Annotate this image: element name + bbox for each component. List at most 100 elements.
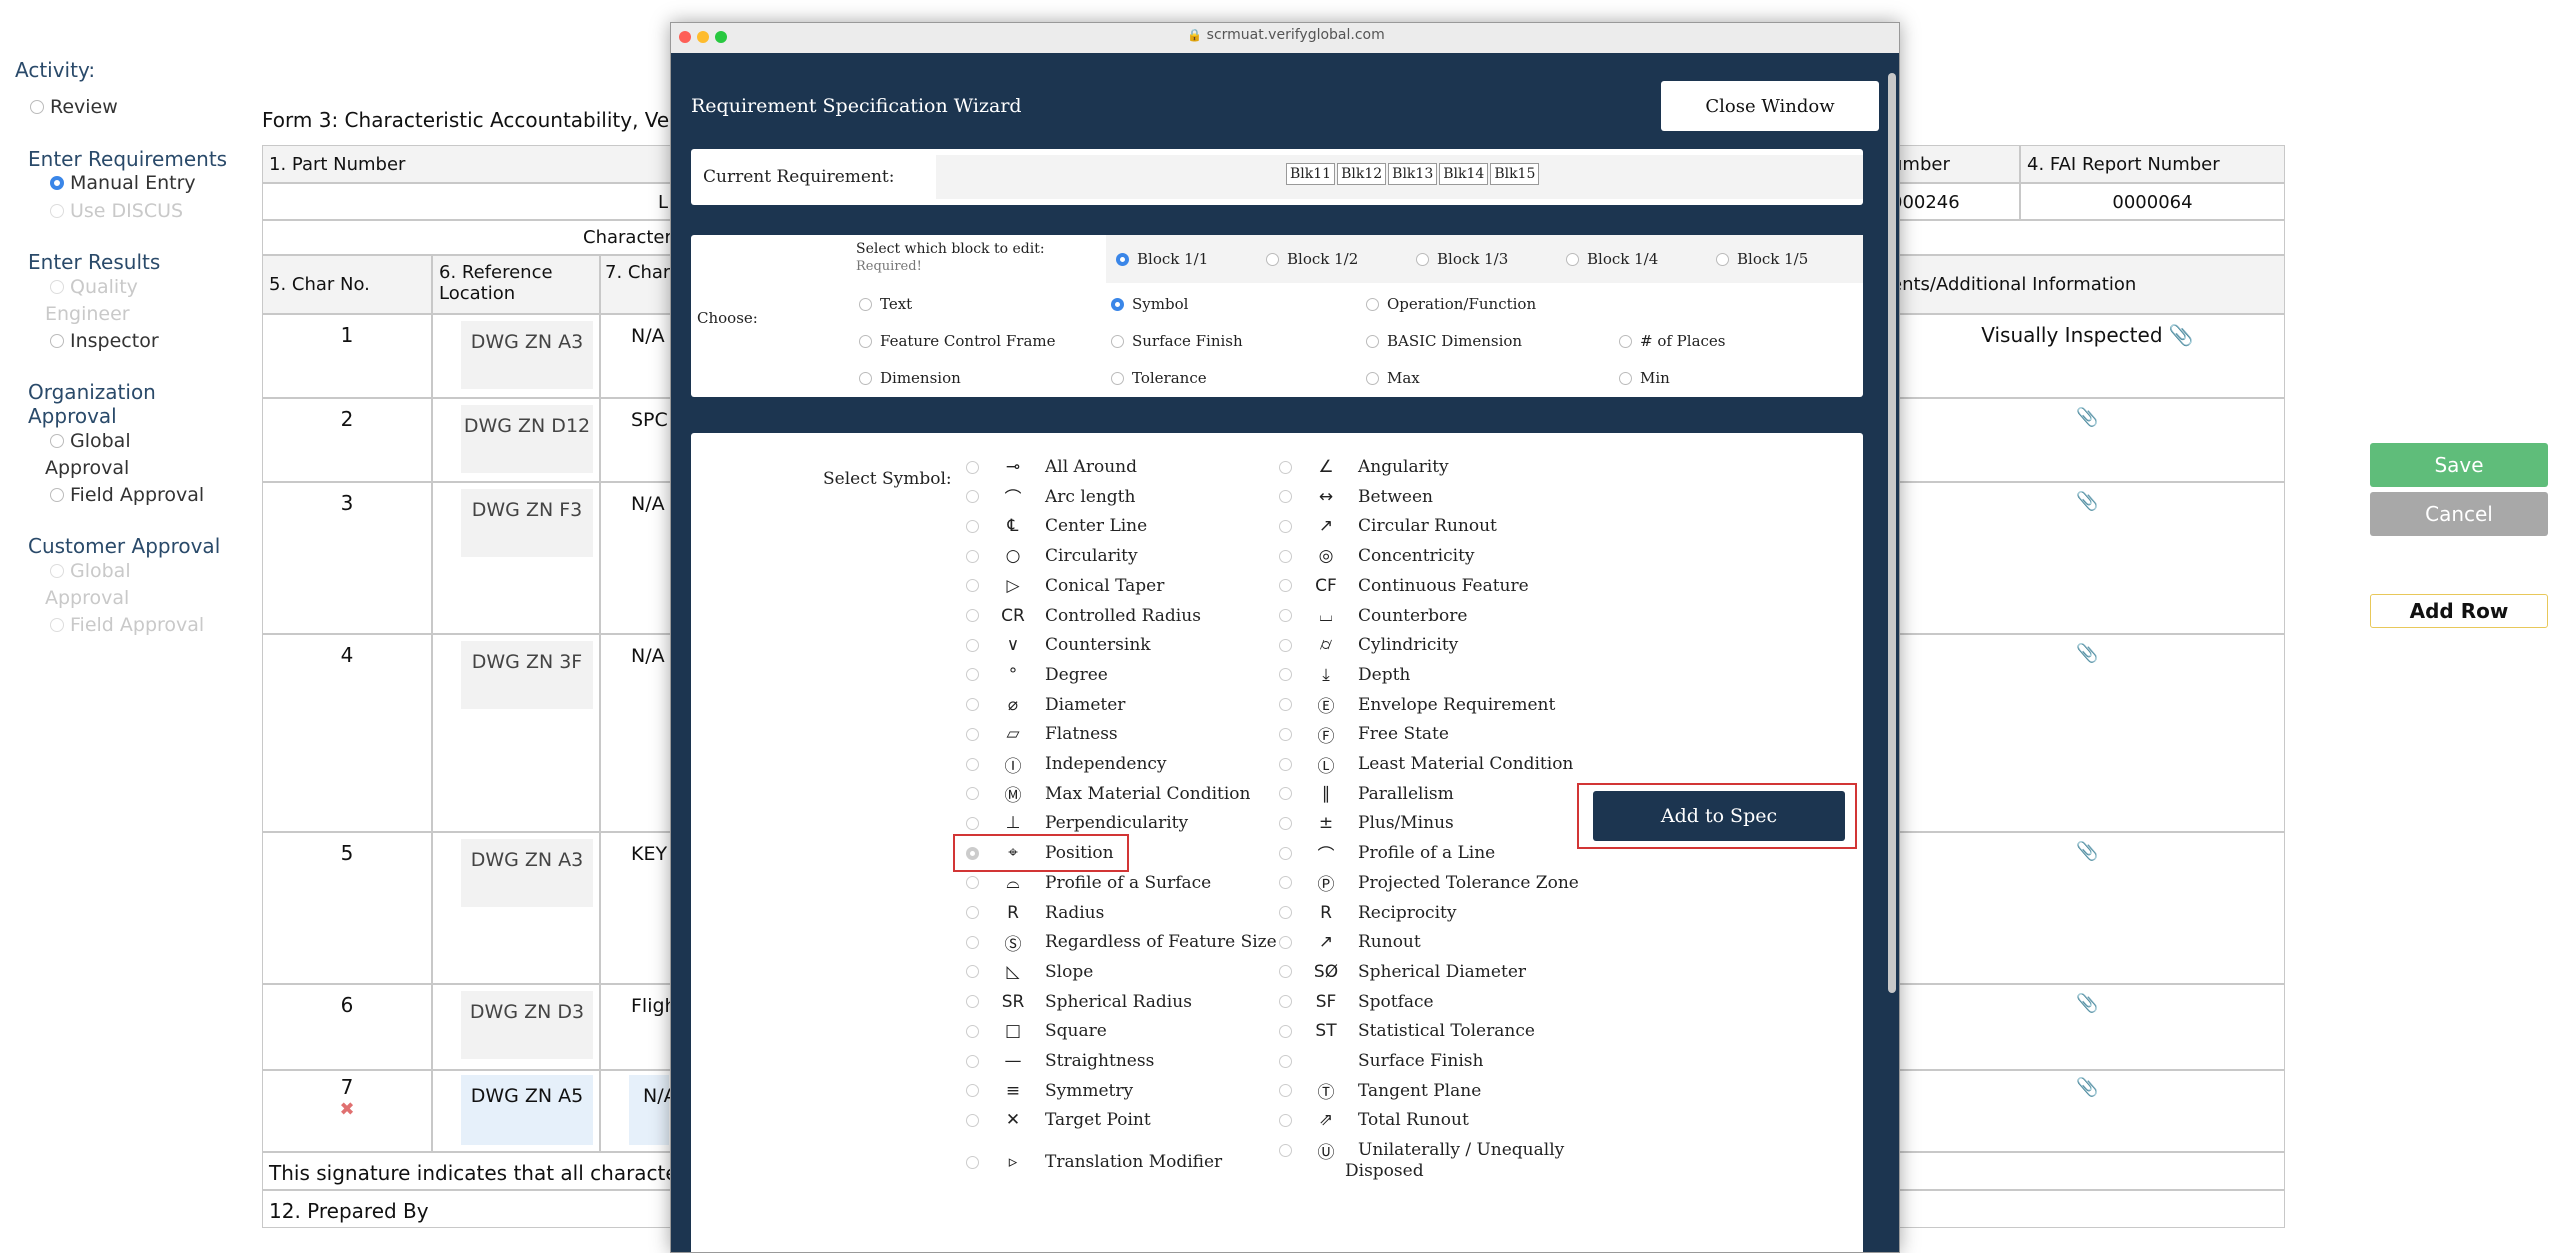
symbol-option-free-state[interactable]: Ⓕ Free State (1279, 722, 1449, 747)
symbol-option-parallelism[interactable]: ∥ Parallelism (1279, 782, 1454, 806)
review-radio[interactable]: Review (30, 96, 118, 118)
symbol-option-runout[interactable]: ↗ Runout (1279, 930, 1421, 954)
symbol-option-flatness[interactable]: ▱ Flatness (966, 722, 1118, 746)
reference-location-input[interactable]: DWG ZN A3 (461, 321, 593, 389)
symbol-option-all-around[interactable]: ⊸ All Around (966, 455, 1137, 479)
symbol-option-countersink[interactable]: ∨ Countersink (966, 633, 1151, 657)
paperclip-icon[interactable]: 📎 (2076, 643, 2098, 664)
paperclip-icon[interactable]: 📎 (2076, 1077, 2098, 1098)
symbol-option-independency[interactable]: Ⓘ Independency (966, 752, 1167, 777)
symbol-option-concentricity[interactable]: ◎ Concentricity (1279, 544, 1475, 568)
delete-row-icon[interactable]: ✖ (263, 1099, 431, 1120)
reference-location-input[interactable]: DWG ZN 3F (461, 641, 593, 709)
symbol-option-depth[interactable]: ⤓ Depth (1279, 663, 1410, 687)
symbol-option-slope[interactable]: ◺ Slope (966, 960, 1093, 984)
paperclip-icon[interactable]: 📎 (2076, 491, 2098, 512)
symbol-option-symmetry[interactable]: ≡ Symmetry (966, 1079, 1133, 1103)
symbol-option-circularity[interactable]: ○ Circularity (966, 544, 1138, 568)
symbol-option-reciprocity[interactable]: R Reciprocity (1279, 901, 1456, 925)
operation-function-type-radio[interactable]: Operation/Function (1366, 295, 1536, 313)
symbol-option-projected-tolerance-zone[interactable]: Ⓟ Projected Tolerance Zone (1279, 871, 1579, 895)
symbol-option-profile-of-a-line[interactable]: ⌒ Profile of a Line (1279, 841, 1495, 866)
symbol-option-degree[interactable]: ° Degree (966, 663, 1108, 687)
paperclip-icon[interactable]: 📎 (2169, 323, 2194, 347)
symbol-option-target-point[interactable]: ✕ Target Point (966, 1108, 1151, 1132)
dimension-type-radio[interactable]: Dimension (859, 369, 961, 387)
symbol-option-continuous-feature[interactable]: CF Continuous Feature (1279, 574, 1529, 598)
org-global-approval-radio[interactable]: Global (50, 430, 131, 452)
reference-location-input[interactable]: DWG ZN A3 (461, 839, 593, 907)
block-chip[interactable]: Blk15 (1490, 163, 1540, 185)
block-chip[interactable]: Blk13 (1388, 163, 1438, 185)
org-field-approval-radio[interactable]: Field Approval (50, 484, 204, 506)
symbol-type-radio[interactable]: Symbol (1111, 295, 1188, 313)
block-1-1-radio[interactable]: Block 1/1 (1116, 250, 1208, 268)
paperclip-icon[interactable]: 📎 (2076, 993, 2098, 1014)
symbol-option-cylindricity[interactable]: ⌭ Cylindricity (1279, 633, 1458, 657)
reference-location-input[interactable]: DWG ZN F3 (461, 489, 593, 557)
add-row-button[interactable]: Add Row (2370, 594, 2548, 628)
symbol-option-max-material-condition[interactable]: Ⓜ Max Material Condition (966, 782, 1250, 806)
manual-entry-radio[interactable]: Manual Entry (50, 172, 196, 194)
symbol-option-circular-runout[interactable]: ↗ Circular Runout (1279, 514, 1497, 538)
symbol-option-translation-modifier[interactable]: ▹ Translation Modifier (966, 1150, 1222, 1174)
symbol-option-profile-of-a-surface[interactable]: ⌓ Profile of a Surface (966, 871, 1211, 895)
add-to-spec-button[interactable]: Add to Spec (1593, 791, 1845, 841)
block-chip[interactable]: Blk11 (1286, 163, 1336, 185)
comments-header: ents/Additional Information (1890, 255, 2285, 314)
text-type-radio[interactable]: Text (859, 295, 912, 313)
block-1-5-radio[interactable]: Block 1/5 (1716, 250, 1808, 268)
parallelism-icon: ∥ (1321, 783, 1331, 804)
symbol-option-between[interactable]: ↔ Between (1279, 485, 1433, 509)
cancel-button[interactable]: Cancel (2370, 492, 2548, 536)
feature-control-frame-type-radio[interactable]: Feature Control Frame (859, 332, 1056, 350)
basic-dimension-type-radio[interactable]: BASIC Dimension (1366, 332, 1522, 350)
paperclip-icon[interactable]: 📎 (2076, 407, 2098, 428)
surface-finish-type-radio[interactable]: Surface Finish (1111, 332, 1243, 350)
symbol-option-counterbore[interactable]: ⌴ Counterbore (1279, 604, 1467, 628)
paperclip-icon[interactable]: 📎 (2076, 841, 2098, 862)
symbol-option-regardless-of-feature-size[interactable]: Ⓢ Regardless of Feature Size (966, 930, 1277, 955)
min-type-radio[interactable]: Min (1619, 369, 1670, 387)
symbol-option-statistical-tolerance[interactable]: ST Statistical Tolerance (1279, 1019, 1535, 1043)
block-chip[interactable]: Blk12 (1337, 163, 1387, 185)
block-1-2-radio[interactable]: Block 1/2 (1266, 250, 1358, 268)
char-no: 3 (262, 482, 432, 634)
symbol-option-arc-length[interactable]: ⌒ Arc length (966, 485, 1135, 509)
symbol-option-conical-taper[interactable]: ▷ Conical Taper (966, 574, 1164, 598)
symbol-option-surface-finish[interactable]: Surface Finish (1279, 1049, 1483, 1073)
symbol-option-plus-minus[interactable]: ± Plus/Minus (1279, 811, 1454, 835)
symbol-option-tangent-plane[interactable]: Ⓣ Tangent Plane (1279, 1079, 1481, 1103)
symbol-option-spotface[interactable]: SF Spotface (1279, 990, 1434, 1014)
max-type-radio[interactable]: Max (1366, 369, 1420, 387)
close-window-button[interactable]: Close Window (1661, 81, 1879, 131)
select-block-label: Select which block to edit: (856, 241, 1045, 257)
window-scrollbar[interactable] (1888, 73, 1896, 993)
reference-location-input[interactable]: DWG ZN A5 (461, 1075, 593, 1145)
inspector-radio[interactable]: Inspector (50, 330, 159, 352)
symbol-option-straightness[interactable]: — Straightness (966, 1049, 1154, 1073)
block-1-4-radio[interactable]: Block 1/4 (1566, 250, 1658, 268)
characteristic-designator[interactable]: N/A (629, 1075, 677, 1145)
symbol-option-perpendicularity[interactable]: ⊥ Perpendicularity (966, 811, 1188, 835)
symbol-option-total-runout[interactable]: ⇗ Total Runout (1279, 1108, 1469, 1132)
block-chip[interactable]: Blk14 (1439, 163, 1489, 185)
symbol-option-envelope-requirement[interactable]: Ⓔ Envelope Requirement (1279, 693, 1555, 717)
radius-icon: R (1007, 902, 1019, 923)
reference-location-input[interactable]: DWG ZN D12 (461, 405, 593, 473)
symbol-option-angularity[interactable]: ∠ Angularity (1279, 455, 1449, 479)
symbol-option-controlled-radius[interactable]: CR Controlled Radius (966, 604, 1201, 628)
select-symbol-label: Select Symbol: (823, 469, 952, 489)
symbol-option-radius[interactable]: R Radius (966, 901, 1104, 925)
symbol-option-diameter[interactable]: ⌀ Diameter (966, 693, 1125, 717)
symbol-option-least-material-condition[interactable]: Ⓛ Least Material Condition (1279, 752, 1573, 777)
places-type-radio[interactable]: # of Places (1619, 332, 1726, 350)
tolerance-type-radio[interactable]: Tolerance (1111, 369, 1207, 387)
symbol-option-spherical-diameter[interactable]: SØ Spherical Diameter (1279, 960, 1526, 984)
save-button[interactable]: Save (2370, 443, 2548, 487)
block-1-3-radio[interactable]: Block 1/3 (1416, 250, 1508, 268)
reference-location-input[interactable]: DWG ZN D3 (461, 991, 593, 1059)
symbol-option-spherical-radius[interactable]: SR Spherical Radius (966, 990, 1192, 1014)
symbol-option-center-line[interactable]: ℄ Center Line (966, 514, 1147, 538)
symbol-option-square[interactable]: □ Square (966, 1019, 1107, 1043)
